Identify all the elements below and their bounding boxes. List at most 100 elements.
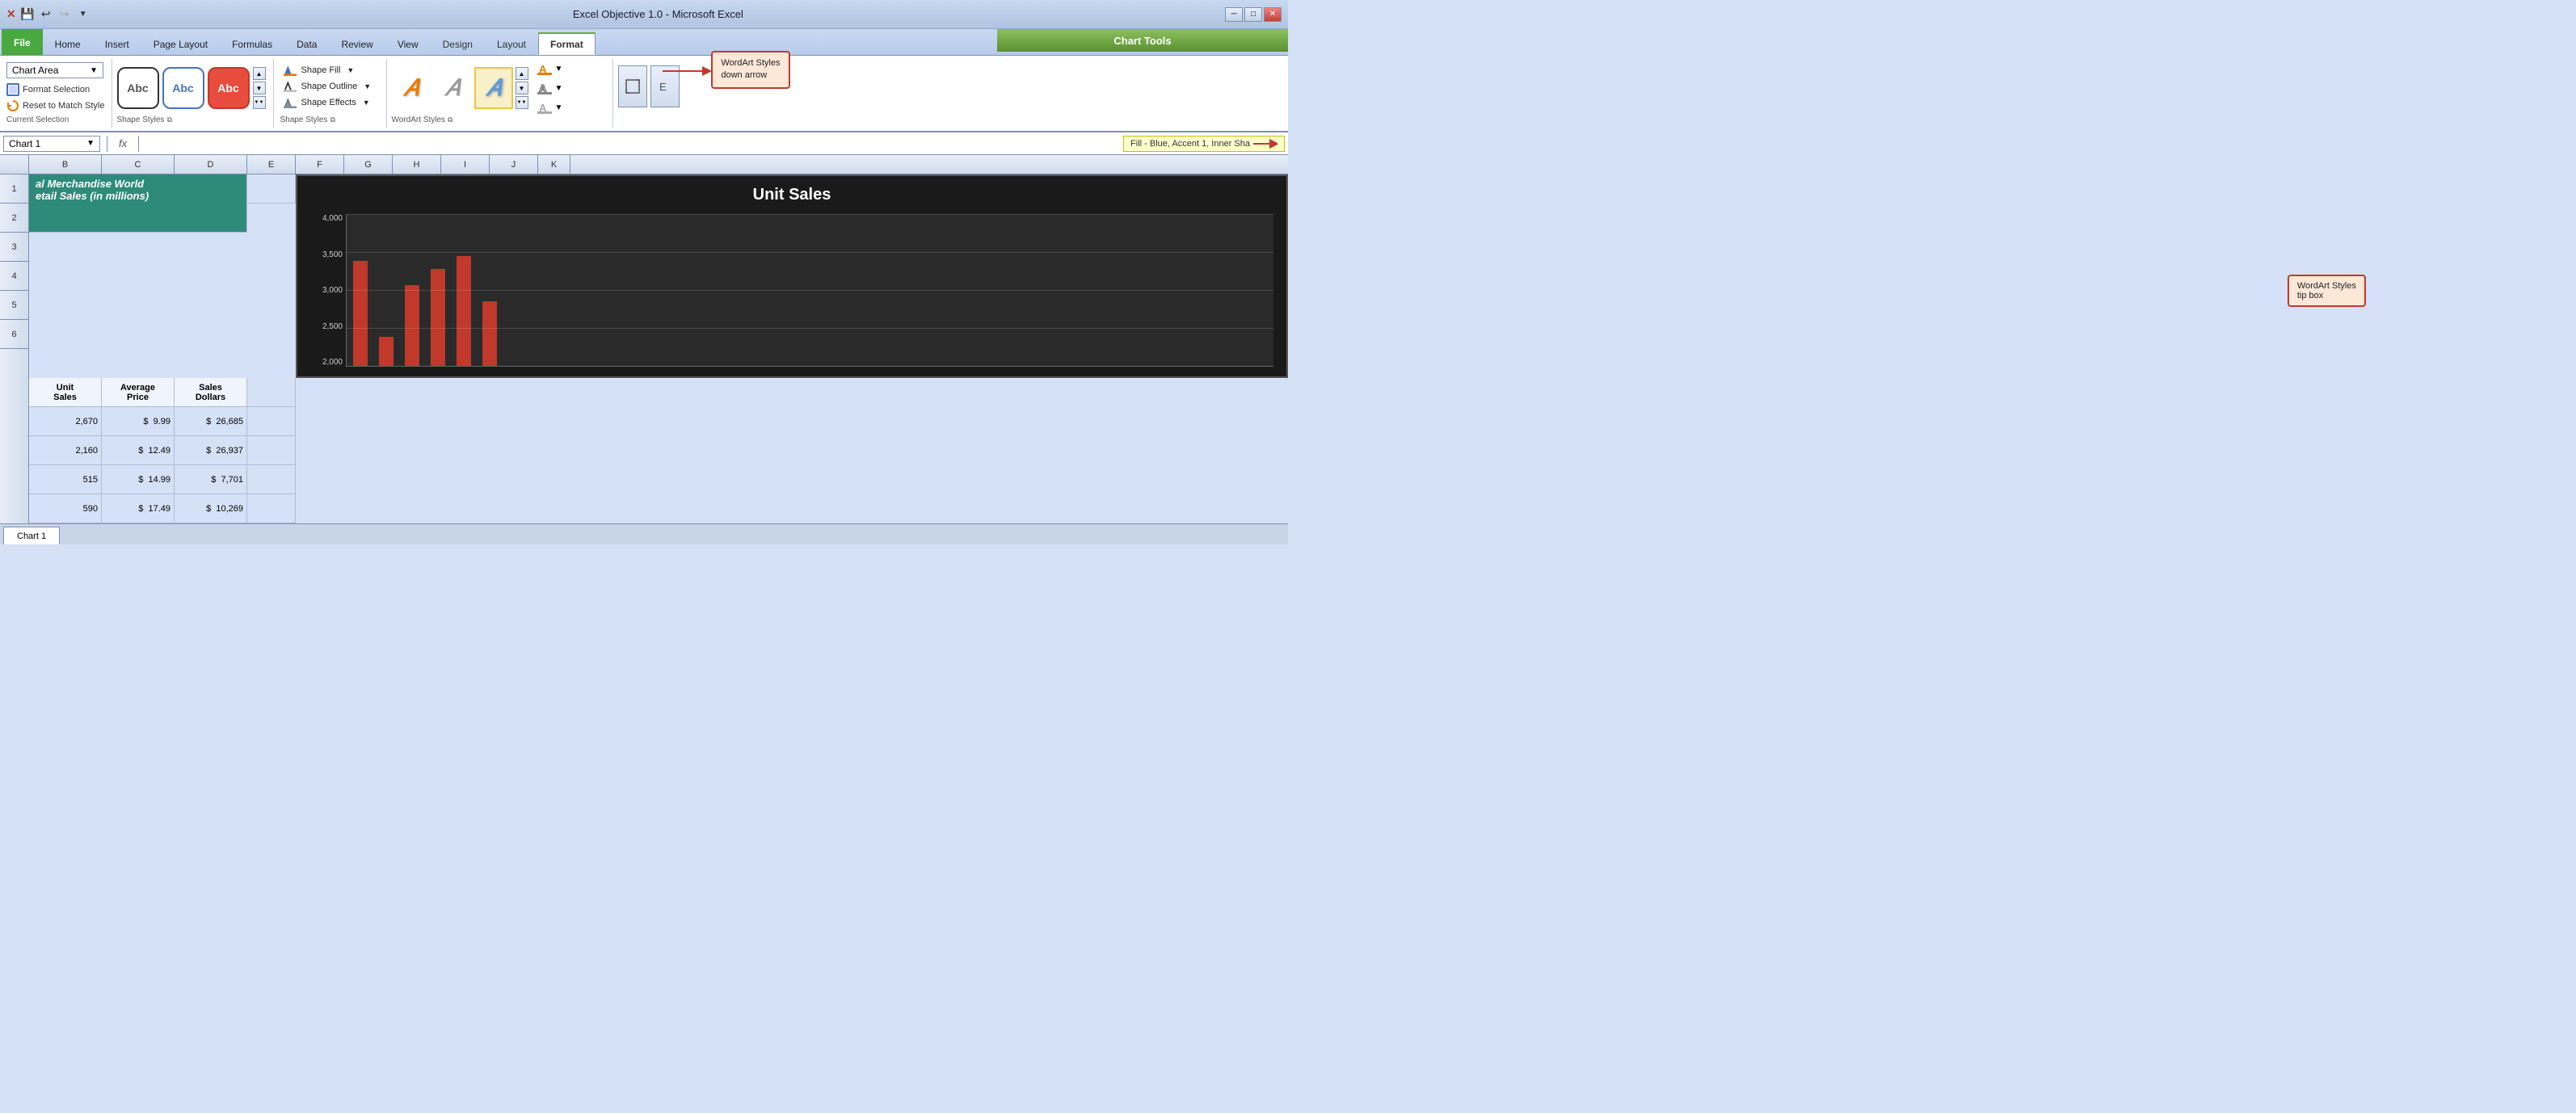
redo-icon[interactable]: ↪ [57,6,73,23]
formula-input[interactable] [145,138,1120,149]
name-box[interactable]: Chart 1 ▼ [3,136,100,152]
wa-scroll-down-button[interactable]: ▼ [516,82,528,94]
cell-d3[interactable]: $ 26,685 [175,407,247,436]
tab-home[interactable]: Home [43,32,93,55]
tab-data[interactable]: Data [284,32,329,55]
cell-c3[interactable]: $ 9.99 [102,407,175,436]
row-header-6[interactable]: 6 [0,320,28,349]
wordart-style-1-button[interactable]: 𝐴 [392,67,431,109]
cell-e4[interactable] [247,436,296,465]
header-cell-merged[interactable]: al Merchandise World etail Sales (in mil… [29,174,247,233]
fx-button[interactable]: fx [114,137,132,149]
format-selection-button[interactable]: Format Selection [6,82,105,98]
minimize-button[interactable]: ─ [1225,7,1243,22]
spreadsheet-area: 1 2 3 4 5 6 al Merchandise World etail S… [0,174,1288,523]
chart-body: 4,000 3,500 3,000 2,500 2,000 [310,214,1273,367]
cell-e1[interactable] [247,174,296,204]
scroll-more-button[interactable]: ▼▼ [253,96,266,109]
close-button[interactable]: ✕ [1264,7,1282,22]
cell-c2[interactable]: AveragePrice [102,378,175,407]
tab-view[interactable]: View [385,32,431,55]
col-header-d[interactable]: D [175,155,247,174]
wa-scroll-up-button[interactable]: ▲ [516,67,528,80]
tab-format[interactable]: Format [538,32,596,55]
wordart-callout-area: WordArt Styles down arrow [711,51,789,89]
cell-d2[interactable]: SalesDollars [175,378,247,407]
sheet-tab-chart1[interactable]: Chart 1 [3,527,60,544]
cell-d6[interactable]: $ 10,269 [175,494,247,523]
tab-formulas[interactable]: Formulas [220,32,284,55]
cell-b2[interactable]: UnitSales [29,378,102,407]
col-header-j[interactable]: J [490,155,538,174]
tab-design[interactable]: Design [431,32,485,55]
formula-tooltip: Fill - Blue, Accent 1, Inner Sha [1123,136,1285,152]
col-header-i[interactable]: I [441,155,490,174]
cell-e6[interactable] [247,494,296,523]
text-fill-button[interactable]: A ▼ [537,62,563,75]
col-header-h[interactable]: H [393,155,441,174]
window-title: Excel Objective 1.0 - Microsoft Excel [573,8,743,20]
reset-match-style-button[interactable]: Reset to Match Style [6,98,105,114]
cell-b3[interactable]: 2,670 [29,407,102,436]
col-header-g[interactable]: G [344,155,393,174]
col-header-k[interactable]: K [538,155,570,174]
cell-b5[interactable]: 515 [29,465,102,494]
shape-style-1-button[interactable]: Abc [117,67,159,109]
shape-format-expand-icon[interactable]: ⧉ [330,116,335,124]
cell-b6[interactable]: 590 [29,494,102,523]
save-icon[interactable]: 💾 [19,6,36,23]
text-outline-button[interactable]: A ▼ [537,82,563,94]
cell-e3[interactable] [247,407,296,436]
col-header-e[interactable]: E [247,155,296,174]
fill-dropdown-arrow[interactable]: ▼ [347,66,354,74]
cell-d4[interactable]: $ 26,937 [175,436,247,465]
scroll-down-button[interactable]: ▼ [253,82,266,94]
shape-outline-button[interactable]: Shape Outline ▼ [280,78,380,94]
size-button[interactable] [618,65,647,107]
row-header-1[interactable]: 1 [0,174,28,204]
cell-e2[interactable] [247,378,296,407]
shape-styles-expand-icon[interactable]: ⧉ [166,116,171,124]
y-label-3000: 3,000 [322,286,343,295]
table-row: 2,670 $ 9.99 $ 26,685 [29,407,1288,436]
cell-c5[interactable]: $ 14.99 [102,465,175,494]
effects-dropdown-arrow[interactable]: ▼ [363,99,370,107]
outline-dropdown-arrow[interactable]: ▼ [364,82,371,90]
chart-area-dropdown[interactable]: Chart Area ▼ [6,62,103,78]
cell-c6[interactable]: $ 17.49 [102,494,175,523]
wordart-scroll: ▲ ▼ ▼▼ [516,67,528,109]
tab-layout[interactable]: Layout [485,32,538,55]
wordart-expand-icon[interactable]: ⧉ [448,116,452,124]
cell-e5[interactable] [247,465,296,494]
wa-scroll-more-button[interactable]: ▼▼ [516,96,528,109]
shape-style-3-button[interactable]: Abc [208,67,250,109]
ribbon-top: Chart Tools File Home Insert Page Layout… [0,29,1288,55]
shape-effects-button[interactable]: Shape Effects ▼ [280,94,380,111]
row-header-3[interactable]: 3 [0,233,28,262]
cell-c4[interactable]: $ 12.49 [102,436,175,465]
wordart-row: 𝐴 𝐴 𝐴 ▲ ▼ ▼▼ A ▼ A ▼ [392,62,608,114]
row-header-4[interactable]: 4 [0,262,28,291]
tab-review[interactable]: Review [329,32,385,55]
col-header-c[interactable]: C [102,155,175,174]
shape-style-2-button[interactable]: Abc [162,67,204,109]
col-header-f[interactable]: F [296,155,344,174]
col-header-b[interactable]: B [29,155,102,174]
undo-icon[interactable]: ↩ [38,6,54,23]
scroll-up-button[interactable]: ▲ [253,67,266,80]
tab-page-layout[interactable]: Page Layout [141,32,220,55]
row-header-5[interactable]: 5 [0,291,28,320]
text-effects-button[interactable]: A ▼ [537,101,563,114]
cell-b4[interactable]: 2,160 [29,436,102,465]
cell-d5[interactable]: $ 7,701 [175,465,247,494]
table-row: 2,160 $ 12.49 $ 26,937 [29,436,1288,465]
row-header-2[interactable]: 2 [0,204,28,233]
customize-icon[interactable]: ▼ [75,6,91,23]
shape-fill-button[interactable]: Shape Fill ▼ [280,62,380,78]
wordart-style-2-button[interactable]: 𝐴 [433,67,472,109]
tab-file[interactable]: File [2,29,43,55]
wordart-style-3-button[interactable]: 𝐴 [474,67,513,109]
name-box-arrow[interactable]: ▼ [86,139,95,148]
tab-insert[interactable]: Insert [93,32,141,55]
restore-button[interactable]: □ [1244,7,1262,22]
